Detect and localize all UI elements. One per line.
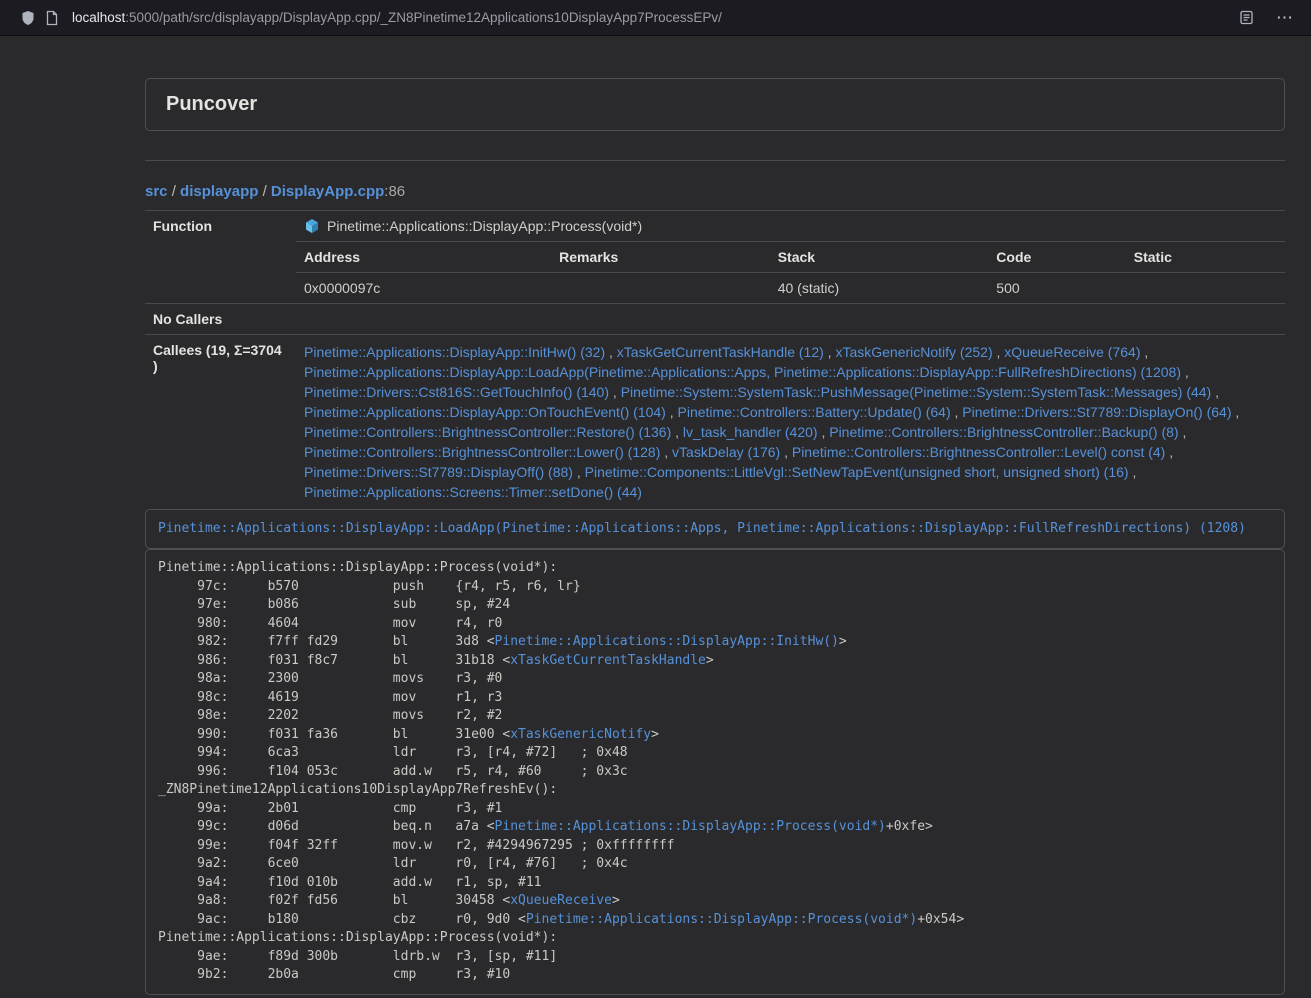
callee-link[interactable]: xTaskGenericNotify (252) xyxy=(835,344,992,360)
callee-separator: , xyxy=(1181,364,1189,380)
metrics-header-row: Address Remarks Stack Code Static xyxy=(296,241,1285,272)
callee-separator: , xyxy=(818,424,830,440)
callee-separator: , xyxy=(1140,344,1148,360)
breadcrumb-link[interactable]: src xyxy=(145,183,168,200)
address-value: 0x0000097c xyxy=(296,272,551,303)
static-value xyxy=(1126,272,1285,303)
code-symbol-link[interactable]: Pinetime::Applications::DisplayApp::Init… xyxy=(495,634,839,649)
callee-link[interactable]: Pinetime::System::SystemTask::PushMessag… xyxy=(621,384,1212,400)
callees-list: Pinetime::Applications::DisplayApp::Init… xyxy=(296,335,1285,509)
callee-link[interactable]: Pinetime::Drivers::St7789::DisplayOn() (… xyxy=(962,404,1231,420)
code-symbol-link[interactable]: xTaskGenericNotify xyxy=(510,727,651,742)
callee-link[interactable]: lv_task_handler (420) xyxy=(683,424,818,440)
code-symbol-link[interactable]: Pinetime::Applications::DisplayApp::Proc… xyxy=(526,912,917,927)
callee-link[interactable]: Pinetime::Controllers::BrightnessControl… xyxy=(792,444,1165,460)
breadcrumb-link[interactable]: displayapp xyxy=(180,183,258,200)
symbol-box: Pinetime::Applications::DisplayApp::Load… xyxy=(145,509,1285,549)
no-callers-header: No Callers xyxy=(145,304,296,334)
callee-link[interactable]: Pinetime::Controllers::Battery::Update()… xyxy=(678,404,951,420)
callee-link[interactable]: Pinetime::Applications::DisplayApp::OnTo… xyxy=(304,404,666,420)
url-host: localhost xyxy=(72,10,125,25)
callee-separator: , xyxy=(1232,404,1240,420)
callee-separator: , xyxy=(1129,464,1137,480)
callee-separator: , xyxy=(609,384,621,400)
symbol-link[interactable]: Pinetime::Applications::DisplayApp::Load… xyxy=(158,521,1246,536)
column-header-stack: Stack xyxy=(770,241,989,272)
overflow-menu-icon[interactable]: ⋯ xyxy=(1276,9,1293,26)
stack-value: 40 (static) xyxy=(770,272,989,303)
breadcrumb-separator: / xyxy=(168,183,181,200)
callee-separator: , xyxy=(660,444,672,460)
metrics-table: Address Remarks Stack Code Static 0x0000… xyxy=(296,241,1285,303)
reader-mode-icon[interactable] xyxy=(1234,6,1258,30)
page: Puncover src / displayapp / DisplayApp.c… xyxy=(145,78,1285,995)
callee-link[interactable]: Pinetime::Applications::Screens::Timer::… xyxy=(304,484,642,500)
callee-link[interactable]: xTaskGetCurrentTaskHandle (12) xyxy=(617,344,824,360)
page-proxy-icon[interactable] xyxy=(40,6,64,30)
callee-link[interactable]: vTaskDelay (176) xyxy=(672,444,780,460)
page-title-box: Puncover xyxy=(145,78,1285,131)
callee-link[interactable]: Pinetime::Controllers::BrightnessControl… xyxy=(304,424,671,440)
code-symbol-link[interactable]: Pinetime::Applications::DisplayApp::Proc… xyxy=(495,819,886,834)
url-bar[interactable]: localhost:5000/path/src/displayapp/Displ… xyxy=(72,10,1234,25)
browser-toolbar: localhost:5000/path/src/displayapp/Displ… xyxy=(0,0,1311,36)
callee-link[interactable]: Pinetime::Drivers::St7789::DisplayOff() … xyxy=(304,464,573,480)
assembly-code: Pinetime::Applications::DisplayApp::Proc… xyxy=(145,549,1285,995)
code-symbol-link[interactable]: xTaskGetCurrentTaskHandle xyxy=(510,653,706,668)
divider xyxy=(145,160,1285,161)
function-icon xyxy=(304,218,320,234)
page-title: Puncover xyxy=(166,93,1264,116)
callees-header: Callees (19, Σ=3704 ) xyxy=(145,335,296,509)
code-size-value: 500 xyxy=(988,272,1125,303)
toolbar-right-actions: ⋯ xyxy=(1234,6,1299,30)
callee-separator: , xyxy=(780,444,792,460)
callee-separator: , xyxy=(951,404,963,420)
no-callers-row: No Callers xyxy=(145,303,1285,334)
callee-separator: , xyxy=(1211,384,1219,400)
callee-separator: , xyxy=(1165,444,1173,460)
callee-separator: , xyxy=(824,344,836,360)
callee-link[interactable]: Pinetime::Drivers::Cst816S::GetTouchInfo… xyxy=(304,384,609,400)
column-header-static: Static xyxy=(1126,241,1285,272)
callee-separator: , xyxy=(671,424,683,440)
code-symbol-link[interactable]: xQueueReceive xyxy=(510,893,612,908)
column-header-code: Code xyxy=(988,241,1125,272)
callee-link[interactable]: Pinetime::Controllers::BrightnessControl… xyxy=(304,444,660,460)
callee-separator: , xyxy=(573,464,585,480)
callee-link[interactable]: Pinetime::Controllers::BrightnessControl… xyxy=(829,424,1178,440)
breadcrumb-link[interactable]: DisplayApp.cpp xyxy=(271,183,384,200)
breadcrumb-separator: / xyxy=(258,183,271,200)
callee-link[interactable]: Pinetime::Applications::DisplayApp::Load… xyxy=(304,364,1181,380)
url-path: :5000/path/src/displayapp/DisplayApp.cpp… xyxy=(125,10,722,25)
function-name-line: Pinetime::Applications::DisplayApp::Proc… xyxy=(296,211,1285,241)
tracking-shield-icon[interactable] xyxy=(16,6,40,30)
remarks-value xyxy=(551,272,770,303)
breadcrumb: src / displayapp / DisplayApp.cpp:86 xyxy=(145,183,1285,201)
column-header-address: Address xyxy=(296,241,551,272)
function-row: Function Pinetime::Applications::Display… xyxy=(145,210,1285,303)
callee-link[interactable]: Pinetime::Components::LittleVgl::SetNewT… xyxy=(585,464,1129,480)
column-header-remarks: Remarks xyxy=(551,241,770,272)
breadcrumb-line-number: :86 xyxy=(384,183,405,200)
callee-separator: , xyxy=(605,344,617,360)
callee-link[interactable]: xQueueReceive (764) xyxy=(1004,344,1140,360)
function-table: Function Pinetime::Applications::Display… xyxy=(145,210,1285,509)
function-row-header: Function xyxy=(145,211,296,303)
callee-link[interactable]: Pinetime::Applications::DisplayApp::Init… xyxy=(304,344,605,360)
callee-separator: , xyxy=(1179,424,1187,440)
callee-separator: , xyxy=(993,344,1005,360)
no-callers-content xyxy=(296,304,1285,334)
callee-separator: , xyxy=(666,404,678,420)
function-name: Pinetime::Applications::DisplayApp::Proc… xyxy=(327,218,642,234)
metrics-value-row: 0x0000097c 40 (static) 500 xyxy=(296,272,1285,303)
callees-row: Callees (19, Σ=3704 ) Pinetime::Applicat… xyxy=(145,334,1285,509)
